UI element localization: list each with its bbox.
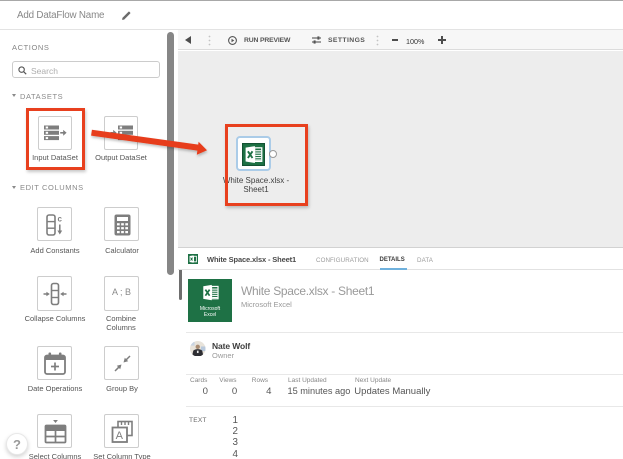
svg-text:A: A [116,430,124,442]
svg-text:c: c [58,215,63,224]
